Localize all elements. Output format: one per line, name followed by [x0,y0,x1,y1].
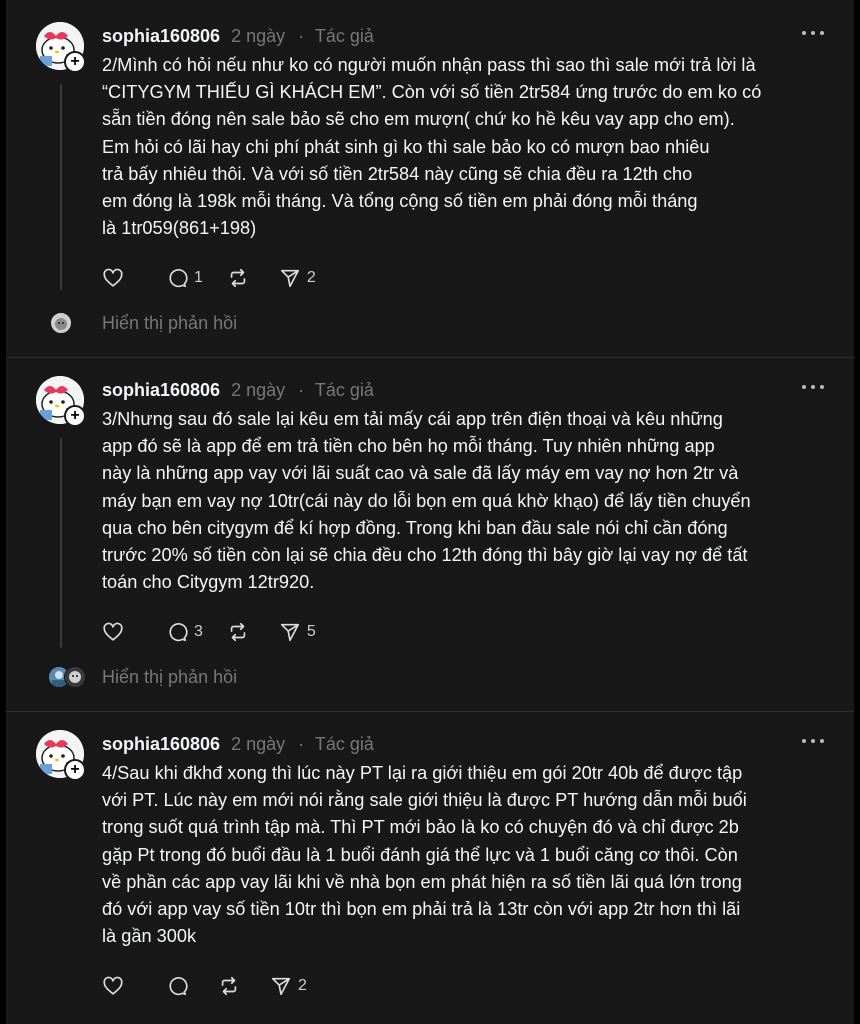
heart-icon [103,268,123,287]
more-icon[interactable] [802,738,824,744]
thread-connector-line [60,84,62,290]
repost-icon [230,622,246,642]
action-bar: 3 5 [102,618,340,646]
action-bar: 1 2 [102,264,340,292]
heart-icon [103,622,123,641]
share-count: 5 [306,623,316,640]
comment-icon [169,269,188,288]
thread-post: + sophia160806 2 ngày · Tác giả 2/Mình c… [6,22,854,358]
show-replies[interactable]: Hiển thị phản hồi [48,662,237,692]
post-time[interactable]: 2 ngày [231,380,285,400]
thread-post: + sophia160806 2 ngày · Tác giả 3/Nhưng … [6,376,854,712]
repost-icon [221,976,237,996]
share-icon [280,623,299,642]
separator-dot: · [298,26,305,46]
comment-button[interactable] [166,975,194,997]
share-button[interactable]: 5 [279,621,316,643]
thread-connector-line [60,438,62,648]
username[interactable]: sophia160806 [102,26,220,46]
post-text: 2/Mình có hỏi nếu như ko có người muốn n… [102,55,762,239]
post-time[interactable]: 2 ngày [231,734,285,754]
like-button[interactable] [102,975,124,997]
repost-icon [230,268,246,288]
like-button[interactable] [102,267,124,289]
share-button[interactable]: 2 [279,267,316,289]
follow-plus-icon[interactable]: + [64,51,86,73]
post-time[interactable]: 2 ngày [231,26,285,46]
share-button[interactable]: 2 [270,975,307,997]
share-icon [280,269,299,288]
share-icon [271,977,291,996]
divider [6,357,854,358]
author-tag: Tác giả [314,380,374,400]
share-count: 2 [306,269,316,286]
separator-dot: · [298,734,305,754]
comment-count: 1 [194,269,203,286]
divider [6,711,854,712]
username[interactable]: sophia160806 [102,734,220,754]
post-header: sophia160806 2 ngày · Tác giả [102,730,374,758]
show-replies-label[interactable]: Hiển thị phản hồi [102,308,237,338]
reply-avatar [50,312,72,334]
more-icon[interactable] [802,384,824,390]
repost-button[interactable] [227,621,255,643]
author-tag: Tác giả [314,734,374,754]
show-replies[interactable]: Hiển thị phản hồi [48,308,237,338]
show-replies-label[interactable]: Hiển thị phản hồi [102,662,237,692]
comment-button[interactable]: 3 [166,621,203,643]
repost-button[interactable] [227,267,255,289]
post-text: 4/Sau khi đkhđ xong thì lúc này PT lại r… [102,763,747,947]
follow-plus-icon[interactable]: + [64,405,86,427]
like-button[interactable] [102,621,124,643]
username[interactable]: sophia160806 [102,380,220,400]
comment-button[interactable]: 1 [166,267,203,289]
thread-post: + sophia160806 2 ngày · Tác giả 4/Sau kh… [6,730,854,1024]
heart-icon [103,976,123,995]
separator-dot: · [298,380,305,400]
repost-button[interactable] [218,975,246,997]
post-header: sophia160806 2 ngày · Tác giả [102,22,374,50]
threads-feed: + sophia160806 2 ngày · Tác giả 2/Mình c… [6,0,854,1024]
comment-icon [169,623,188,642]
more-icon[interactable] [802,30,824,36]
reply-avatar [64,666,86,688]
post-text: 3/Nhưng sau đó sale lại kêu em tải mấy c… [102,409,751,593]
comment-icon [169,977,188,996]
action-bar: 2 [102,972,331,1000]
share-count: 2 [298,977,307,994]
comment-count: 3 [194,623,203,640]
author-tag: Tác giả [314,26,374,46]
follow-plus-icon[interactable]: + [64,759,86,781]
post-header: sophia160806 2 ngày · Tác giả [102,376,374,404]
